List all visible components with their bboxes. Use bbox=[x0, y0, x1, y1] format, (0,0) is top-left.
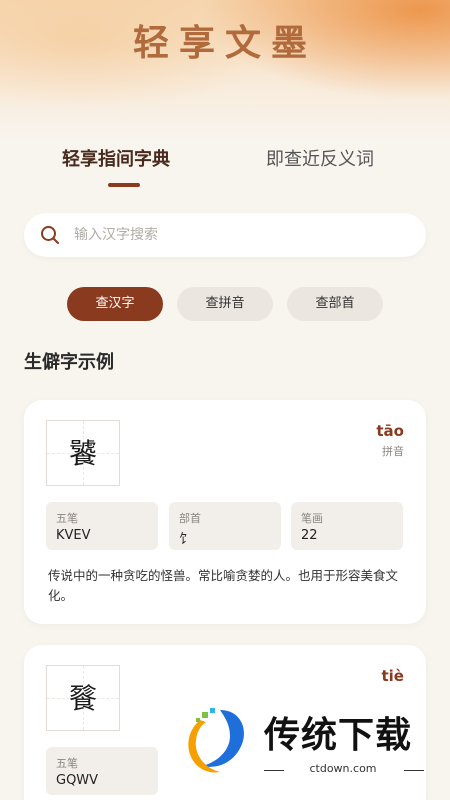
search-bar[interactable] bbox=[24, 213, 426, 257]
watermark-logo-icon bbox=[188, 708, 244, 773]
strokes-value: 22 bbox=[301, 528, 318, 543]
radical-label: 部首 bbox=[179, 512, 201, 525]
wubi-label: 五笔 bbox=[56, 512, 78, 525]
wubi-box: 五笔 GQWV bbox=[46, 747, 158, 795]
watermark-rule bbox=[404, 770, 424, 771]
pinyin-label: 拼音 bbox=[382, 445, 404, 458]
app-title: 轻享文墨 bbox=[132, 22, 317, 64]
character-box: 餮 bbox=[46, 665, 120, 731]
wubi-value: KVEV bbox=[56, 528, 91, 543]
search-input[interactable] bbox=[74, 213, 404, 257]
radical-box: 部首 饣 bbox=[169, 502, 281, 550]
character-description: 传说中的一种贪吃的怪兽。常比喻贪婪的人。也用于形容美食文化。 bbox=[48, 568, 399, 603]
section-title: 生僻字示例 bbox=[24, 352, 114, 373]
watermark-text: 传统下载 bbox=[264, 715, 413, 756]
tab-dictionary[interactable]: 轻享指间字典 bbox=[62, 145, 170, 171]
watermark: 传统下载 ctdown.com bbox=[180, 700, 450, 800]
strokes-label: 笔画 bbox=[301, 512, 323, 525]
wubi-label: 五笔 bbox=[56, 757, 78, 770]
character-glyph: 餮 bbox=[68, 682, 97, 715]
search-by-character-button[interactable]: 查汉字 bbox=[67, 287, 163, 321]
wubi-box: 五笔 KVEV bbox=[46, 502, 158, 550]
wubi-value: GQWV bbox=[56, 773, 99, 788]
character-glyph: 饕 bbox=[68, 437, 97, 470]
search-icon bbox=[41, 226, 59, 244]
watermark-domain: ctdown.com bbox=[309, 762, 377, 775]
search-by-pinyin-button[interactable]: 查拼音 bbox=[177, 287, 273, 321]
tab-bar: 轻享指间字典 即查近反义词 bbox=[0, 145, 450, 195]
search-by-radical-button[interactable]: 查部首 bbox=[287, 287, 383, 321]
tab-synonyms-antonyms[interactable]: 即查近反义词 bbox=[266, 145, 374, 171]
pinyin-value: tiè bbox=[381, 667, 405, 685]
character-card[interactable]: 饕 tāo 拼音 五笔 KVEV 部首 饣 笔画 22 传说中的一种贪吃的怪兽。… bbox=[24, 400, 426, 624]
radical-value: 饣 bbox=[179, 532, 193, 547]
character-box: 饕 bbox=[46, 420, 120, 486]
active-tab-indicator bbox=[108, 183, 140, 187]
pinyin-value: tāo bbox=[376, 422, 404, 440]
strokes-box: 笔画 22 bbox=[291, 502, 403, 550]
